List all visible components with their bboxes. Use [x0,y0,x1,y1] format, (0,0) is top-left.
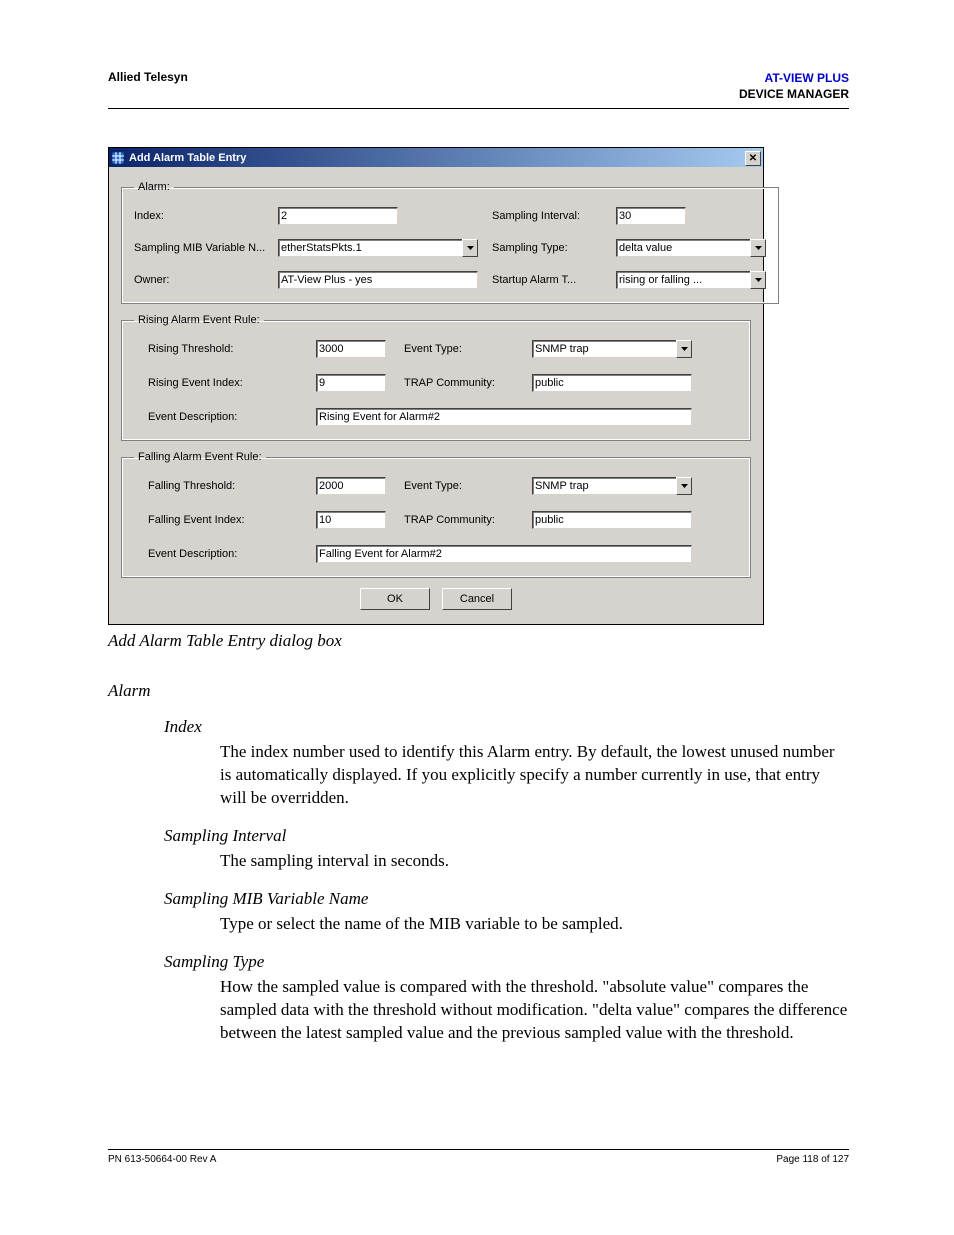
rising-description-input[interactable] [316,408,692,426]
falling-event-index-label: Falling Event Index: [148,514,298,526]
rising-event-type-input[interactable] [532,340,676,358]
rising-trap-community-input[interactable] [532,374,692,392]
falling-event-index-input[interactable] [316,511,386,529]
mib-variable-label: Sampling MIB Variable N... [134,242,264,254]
rising-rule-group: Rising Alarm Event Rule: Rising Threshol… [121,314,751,441]
dialog-titlebar[interactable]: Add Alarm Table Entry ✕ [109,148,763,167]
falling-trap-community-input[interactable] [532,511,692,529]
ok-button[interactable]: OK [360,588,430,610]
definition-term: Sampling Interval [164,826,849,846]
definition-body: The sampling interval in seconds. [220,850,849,873]
definition-body: Type or select the name of the MIB varia… [220,913,849,936]
product-name: AT-VIEW PLUS [739,70,849,86]
add-alarm-dialog: Add Alarm Table Entry ✕ Alarm: Index: Sa… [108,147,764,625]
definition-body: The index number used to identify this A… [220,741,849,810]
alarm-group: Alarm: Index: Sampling Interval: Samplin… [121,181,779,304]
rising-threshold-label: Rising Threshold: [148,343,298,355]
index-input[interactable] [278,207,398,225]
owner-input[interactable] [278,271,478,289]
section-heading: Alarm [108,681,849,701]
falling-threshold-input[interactable] [316,477,386,495]
falling-rule-group: Falling Alarm Event Rule: Falling Thresh… [121,451,751,578]
figure-caption: Add Alarm Table Entry dialog box [108,631,849,651]
mib-variable-input[interactable] [278,239,462,257]
rising-event-type-label: Event Type: [404,343,514,355]
rising-legend: Rising Alarm Event Rule: [134,314,264,326]
footer-pn: PN 613-50664-00 Rev A [108,1154,216,1165]
falling-threshold-label: Falling Threshold: [148,480,298,492]
sampling-type-combo[interactable] [616,239,766,257]
definition-body: How the sampled value is compared with t… [220,976,849,1045]
rising-threshold-input[interactable] [316,340,386,358]
definition-term: Index [164,717,849,737]
chevron-down-icon[interactable] [750,239,766,257]
sampling-interval-label: Sampling Interval: [492,210,602,222]
definition-term: Sampling Type [164,952,849,972]
falling-legend: Falling Alarm Event Rule: [134,451,266,463]
rising-trap-community-label: TRAP Community: [404,377,514,389]
startup-alarm-input[interactable] [616,271,750,289]
alarm-legend: Alarm: [134,181,174,193]
module-name: DEVICE MANAGER [739,86,849,102]
sampling-type-input[interactable] [616,239,750,257]
close-icon: ✕ [749,153,757,164]
owner-label: Owner: [134,274,264,286]
falling-trap-community-label: TRAP Community: [404,514,514,526]
sampling-interval-input[interactable] [616,207,686,225]
mib-variable-combo[interactable] [278,239,478,257]
falling-description-input[interactable] [316,545,692,563]
falling-event-type-combo[interactable] [532,477,692,495]
chevron-down-icon[interactable] [462,239,478,257]
startup-alarm-combo[interactable] [616,271,766,289]
cancel-button[interactable]: Cancel [442,588,512,610]
chevron-down-icon[interactable] [676,477,692,495]
definition-term: Sampling MIB Variable Name [164,889,849,909]
header-right: AT-VIEW PLUS DEVICE MANAGER [739,70,849,102]
sampling-type-label: Sampling Type: [492,242,602,254]
index-label: Index: [134,210,264,222]
falling-event-type-input[interactable] [532,477,676,495]
falling-event-type-label: Event Type: [404,480,514,492]
page-header: Allied Telesyn AT-VIEW PLUS DEVICE MANAG… [108,70,849,109]
startup-alarm-label: Startup Alarm T... [492,274,602,286]
dialog-title: Add Alarm Table Entry [129,152,745,164]
falling-description-label: Event Description: [148,548,298,560]
rising-event-type-combo[interactable] [532,340,692,358]
chevron-down-icon[interactable] [676,340,692,358]
rising-event-index-label: Rising Event Index: [148,377,298,389]
page-footer: PN 613-50664-00 Rev A Page 118 of 127 [108,1149,849,1165]
header-left: Allied Telesyn [108,70,188,84]
rising-event-index-input[interactable] [316,374,386,392]
close-button[interactable]: ✕ [745,151,761,166]
chevron-down-icon[interactable] [750,271,766,289]
rising-description-label: Event Description: [148,411,298,423]
footer-page: Page 118 of 127 [776,1154,849,1165]
app-icon [111,151,125,165]
